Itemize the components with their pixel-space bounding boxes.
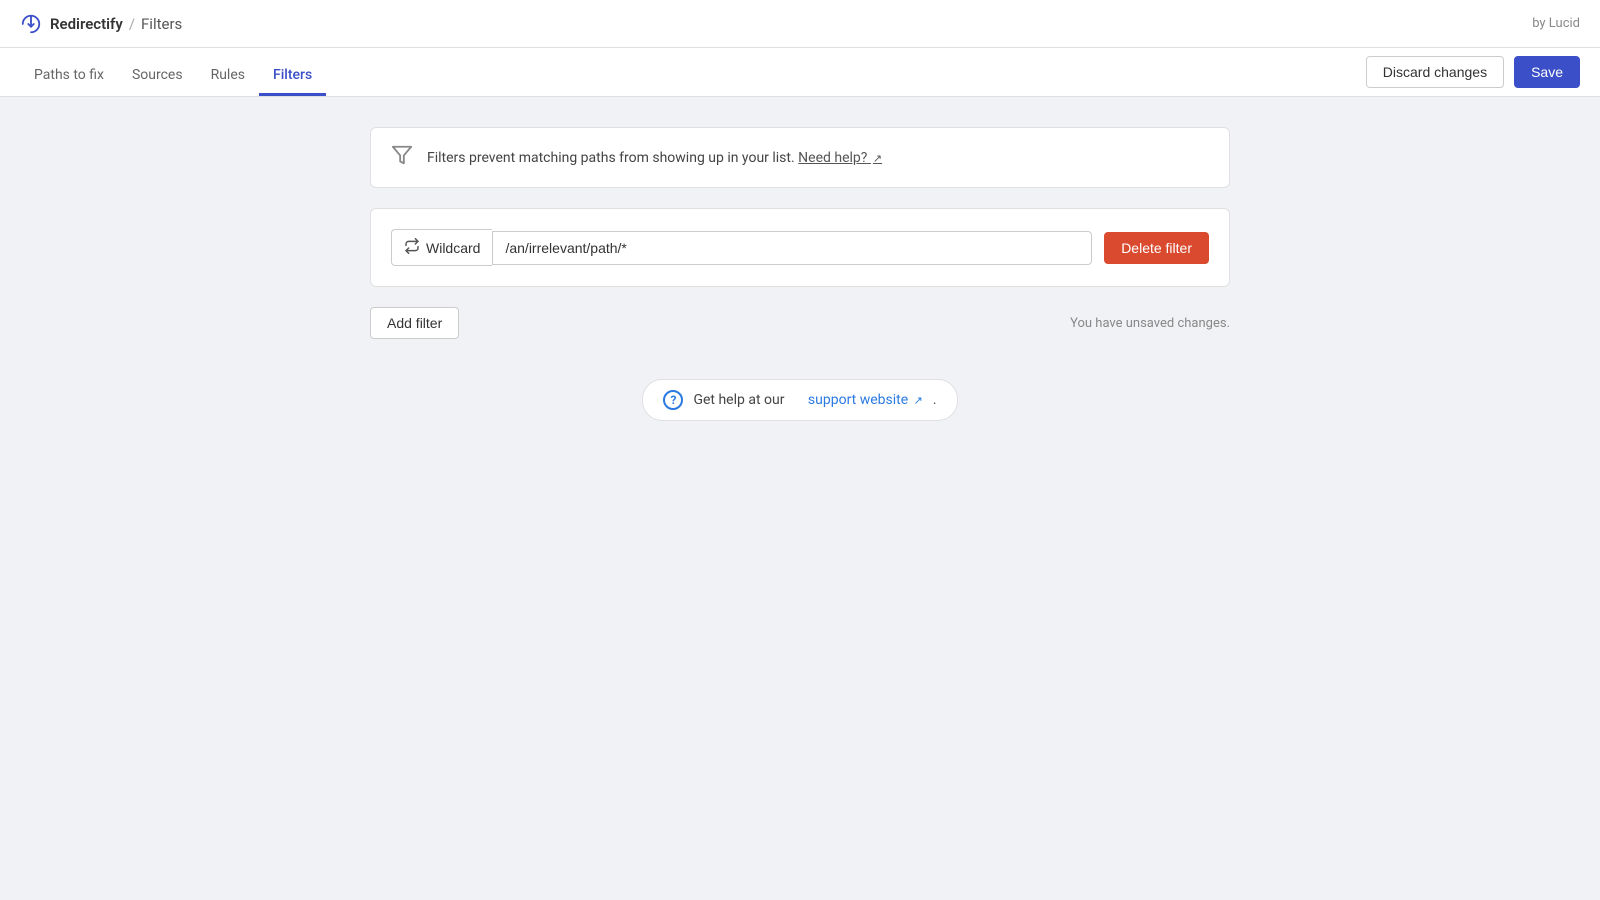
tab-filters[interactable]: Filters [259, 55, 326, 96]
main-content: Filters prevent matching paths from show… [350, 97, 1250, 451]
app-brand[interactable]: Redirectify [50, 15, 123, 33]
filter-type-label: Wildcard [426, 240, 480, 256]
help-circle-icon: ? [663, 390, 683, 410]
save-button[interactable]: Save [1514, 56, 1580, 88]
need-help-link[interactable]: Need help? ↗ [798, 150, 882, 166]
tab-list: Paths to fix Sources Rules Filters [20, 48, 326, 96]
navbar: Redirectify / Filters by Lucid [0, 0, 1600, 48]
info-banner: Filters prevent matching paths from show… [370, 127, 1230, 188]
add-filter-button[interactable]: Add filter [370, 307, 459, 339]
page-title: Filters [141, 15, 182, 33]
external-link-icon-2: ↗ [914, 394, 923, 407]
delete-filter-button[interactable]: Delete filter [1104, 232, 1209, 264]
help-text-after: . [933, 392, 937, 408]
tab-rules[interactable]: Rules [197, 55, 259, 96]
filter-path-input[interactable] [492, 231, 1092, 265]
help-text-before: Get help at our [693, 392, 784, 408]
filter-footer: Add filter You have unsaved changes. [370, 307, 1230, 339]
unsaved-message: You have unsaved changes. [1070, 316, 1230, 331]
navbar-left: Redirectify / Filters [20, 13, 182, 35]
tab-paths-to-fix[interactable]: Paths to fix [20, 55, 118, 96]
discard-changes-button[interactable]: Discard changes [1366, 56, 1504, 88]
filter-row: Wildcard Delete filter [391, 229, 1209, 266]
info-banner-text: Filters prevent matching paths from show… [427, 150, 882, 166]
filter-info-icon [391, 144, 413, 171]
filter-card: Wildcard Delete filter [370, 208, 1230, 287]
filter-type-dropdown[interactable]: Wildcard [391, 229, 492, 266]
navbar-attribution: by Lucid [1532, 16, 1580, 31]
support-website-link[interactable]: support website ↗ [808, 392, 923, 408]
wildcard-icon [404, 238, 420, 257]
tabbar: Paths to fix Sources Rules Filters Disca… [0, 48, 1600, 97]
help-box: ? Get help at our support website ↗ . [642, 379, 957, 421]
tab-sources[interactable]: Sources [118, 55, 197, 96]
tab-actions: Discard changes Save [1366, 48, 1580, 96]
external-link-icon: ↗ [873, 152, 882, 165]
delete-btn-wrapper: Delete filter [1104, 232, 1209, 264]
nav-separator: / [129, 15, 135, 33]
redirectify-logo-icon [20, 13, 42, 35]
